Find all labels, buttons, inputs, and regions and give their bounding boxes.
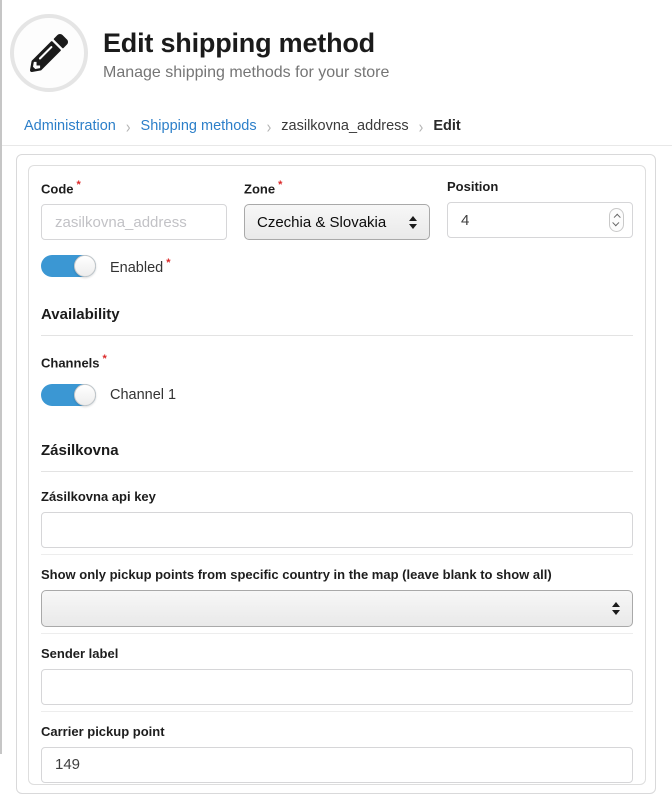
carrier-pickup-point-field: Carrier pickup point — [41, 724, 633, 783]
enabled-field: Enabled * — [41, 255, 633, 278]
stepper-down-icon[interactable] — [612, 219, 620, 227]
zone-field: Zone * Czechia & Slovakia — [244, 179, 430, 241]
availability-heading: Availability — [41, 306, 633, 337]
toggle-knob[interactable] — [74, 383, 96, 406]
pencil-icon — [10, 14, 88, 92]
field-divider — [41, 553, 633, 555]
form-card-inner: Code* Zone* Czechia & Slovakia Position — [28, 165, 646, 785]
page-title: Edit shipping method — [103, 28, 375, 58]
breadcrumb: Administration › Shipping methods › zasi… — [24, 116, 672, 136]
sender-label-input[interactable] — [41, 668, 633, 705]
chevron-right-icon: › — [266, 116, 272, 136]
page-header: Edit shipping method Manage shipping met… — [0, 0, 672, 92]
position-stepper[interactable] — [609, 208, 624, 232]
field-divider — [41, 710, 633, 712]
breadcrumb-edit: Edit — [433, 118, 461, 134]
required-asterisk: * — [166, 256, 171, 269]
channels-label: Channels * — [41, 353, 633, 370]
api-key-label: Zásilkovna api key — [41, 488, 156, 504]
code-field: Code * — [41, 179, 227, 241]
zone-select[interactable]: Czechia & Slovakia — [244, 204, 430, 241]
window-edge — [0, 0, 2, 754]
channel-1-field: Channel 1 — [41, 383, 633, 406]
zone-label-text: Zone — [244, 181, 276, 197]
breadcrumb-shipping-methods[interactable]: Shipping methods — [141, 118, 257, 134]
select-arrows-icon — [612, 601, 620, 615]
position-field: Position — [447, 179, 633, 240]
api-key-field: Zásilkovna api key — [41, 489, 633, 555]
header-divider — [0, 145, 672, 146]
country-filter-field: Show only pickup points from specific co… — [41, 567, 633, 634]
breadcrumb-administration[interactable]: Administration — [24, 118, 116, 134]
api-key-input[interactable] — [41, 511, 633, 548]
country-filter-label: Show only pickup points from specific co… — [41, 566, 552, 582]
zone-select-value: Czechia & Slovakia — [257, 213, 387, 231]
carrier-pickup-point-label: Carrier pickup point — [41, 723, 165, 739]
sender-label-field: Sender label — [41, 646, 633, 712]
sender-label-label: Sender label — [41, 645, 119, 661]
general-fields-row: Code* Zone* Czechia & Slovakia Position — [41, 179, 633, 241]
channel-1-toggle[interactable] — [41, 383, 96, 406]
channel-1-label: Channel 1 — [110, 386, 177, 403]
enabled-label-text: Enabled — [110, 259, 164, 276]
enabled-toggle[interactable] — [41, 255, 96, 278]
breadcrumb-method-code: zasilkovna_address — [281, 118, 409, 134]
required-asterisk: * — [76, 179, 81, 191]
country-filter-select[interactable] — [41, 589, 633, 627]
required-asterisk: * — [278, 179, 283, 191]
pencil-icon-glyph — [30, 34, 68, 72]
chevron-right-icon: › — [125, 116, 131, 136]
chevron-right-icon: › — [418, 116, 424, 136]
zasilkovna-heading: Zásilkovna — [41, 442, 633, 472]
position-input[interactable] — [447, 202, 633, 238]
code-input[interactable] — [41, 204, 227, 241]
carrier-pickup-point-input[interactable] — [41, 746, 633, 783]
enabled-label: Enabled * — [110, 257, 171, 276]
position-label: Position — [447, 179, 499, 194]
page-subtitle: Manage shipping methods for your store — [103, 64, 390, 81]
code-label: Code * — [41, 179, 227, 196]
channels-label-text: Channels — [41, 355, 100, 371]
form-card: Code* Zone* Czechia & Slovakia Position — [16, 154, 656, 794]
required-asterisk: * — [102, 353, 107, 366]
toggle-knob[interactable] — [74, 255, 96, 278]
field-divider — [41, 632, 633, 634]
select-arrows-icon — [409, 215, 417, 229]
zone-label: Zone * — [244, 179, 430, 196]
code-label-text: Code — [41, 181, 74, 197]
